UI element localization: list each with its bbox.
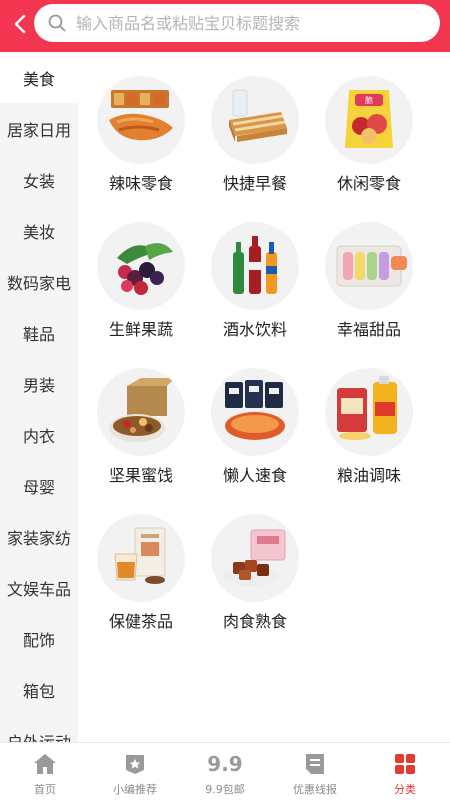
category-label: 懒人速食 <box>222 466 287 485</box>
top-bar <box>0 0 450 52</box>
sidebar-item-beauty[interactable]: 美妆 <box>0 205 78 256</box>
sidebar-item-accessories[interactable]: 配饰 <box>0 613 78 664</box>
price-99-icon: 9.9 <box>207 752 243 776</box>
sidebar-item-outdoor[interactable]: 户外运动 <box>0 715 78 743</box>
meat-icon <box>211 514 299 602</box>
category-nuts[interactable]: 坚果蜜饯 <box>84 368 198 486</box>
tab-recommend[interactable]: 小编推荐 <box>90 743 180 800</box>
category-desserts[interactable]: 幸福甜品 <box>312 222 426 340</box>
sidebar-item-entertainment-car[interactable]: 文娱车品 <box>0 562 78 613</box>
category-spicy-snacks[interactable]: 辣味零食 <box>84 76 198 194</box>
category-label: 保健茶品 <box>108 612 173 631</box>
sidebar-item-food[interactable]: 美食 <box>0 52 78 103</box>
back-button[interactable] <box>6 8 34 40</box>
sidebar-item-underwear[interactable]: 内衣 <box>0 409 78 460</box>
category-health-tea[interactable]: 保健茶品 <box>84 514 198 632</box>
category-label: 快捷早餐 <box>222 174 287 193</box>
category-label: 酒水饮料 <box>222 320 287 339</box>
sidebar-item-baby[interactable]: 母婴 <box>0 460 78 511</box>
category-cooked-meat[interactable]: 肉食熟食 <box>198 514 312 632</box>
category-content: 辣味零食 快捷早餐 脆 休闲零食 生鲜果蔬 酒水饮料 幸福甜品 坚果蜜饯 懒人速… <box>78 52 450 742</box>
category-fresh-produce[interactable]: 生鲜果蔬 <box>84 222 198 340</box>
category-casual-snacks[interactable]: 脆 休闲零食 <box>312 76 426 194</box>
tab-label: 小编推荐 <box>113 783 157 796</box>
category-label: 生鲜果蔬 <box>108 320 173 339</box>
sidebar-item-women[interactable]: 女装 <box>0 154 78 205</box>
bottom-tab-bar: 首页 小编推荐 9.9 9.9包邮 优惠线报 分类 <box>0 742 450 800</box>
rice-oil-icon <box>325 368 413 456</box>
deal-news-icon <box>301 751 329 777</box>
category-label: 肉食熟食 <box>222 612 287 631</box>
category-sidebar: 美食 居家日用 女装 美妆 数码家电 鞋品 男装 内衣 母婴 家装家纺 文娱车品… <box>0 52 78 742</box>
category-label: 幸福甜品 <box>336 320 401 339</box>
svg-text:脆: 脆 <box>365 95 373 105</box>
tab-label: 首页 <box>34 783 56 796</box>
category-label: 坚果蜜饯 <box>108 466 173 485</box>
chevron-left-icon <box>14 14 26 34</box>
sidebar-item-shoes[interactable]: 鞋品 <box>0 307 78 358</box>
category-label: 粮油调味 <box>336 466 401 485</box>
home-icon <box>31 751 59 777</box>
tab-price-99[interactable]: 9.9 9.9包邮 <box>180 743 270 800</box>
spicy-snack-icon <box>97 76 185 164</box>
berries-icon <box>97 222 185 310</box>
tab-category[interactable]: 分类 <box>360 743 450 800</box>
category-grid: 辣味零食 快捷早餐 脆 休闲零食 生鲜果蔬 酒水饮料 幸福甜品 坚果蜜饯 懒人速… <box>84 76 444 632</box>
tea-icon <box>97 514 185 602</box>
search-bar[interactable] <box>34 4 440 42</box>
category-instant-food[interactable]: 懒人速食 <box>198 368 312 486</box>
category-drinks[interactable]: 酒水饮料 <box>198 222 312 340</box>
sidebar-item-men[interactable]: 男装 <box>0 358 78 409</box>
macaron-icon <box>325 222 413 310</box>
recommend-icon <box>121 751 149 777</box>
search-icon <box>48 13 68 33</box>
category-quick-breakfast[interactable]: 快捷早餐 <box>198 76 312 194</box>
category-grid-icon <box>391 751 419 777</box>
tab-label: 优惠线报 <box>293 783 337 796</box>
bread-icon <box>211 76 299 164</box>
tab-deal-news[interactable]: 优惠线报 <box>270 743 360 800</box>
tab-label: 分类 <box>394 783 416 796</box>
bottles-icon <box>211 222 299 310</box>
sidebar-item-household[interactable]: 居家日用 <box>0 103 78 154</box>
instant-noodle-icon <box>211 368 299 456</box>
sidebar-item-home-textile[interactable]: 家装家纺 <box>0 511 78 562</box>
category-label: 辣味零食 <box>108 174 173 193</box>
search-input[interactable] <box>76 13 406 33</box>
tab-home[interactable]: 首页 <box>0 743 90 800</box>
sidebar-item-digital[interactable]: 数码家电 <box>0 256 78 307</box>
category-grain-oil[interactable]: 粮油调味 <box>312 368 426 486</box>
sidebar-item-bags[interactable]: 箱包 <box>0 664 78 715</box>
nuts-icon <box>97 368 185 456</box>
chips-icon: 脆 <box>325 76 413 164</box>
tab-label: 9.9包邮 <box>205 783 245 796</box>
category-label: 休闲零食 <box>336 174 401 193</box>
